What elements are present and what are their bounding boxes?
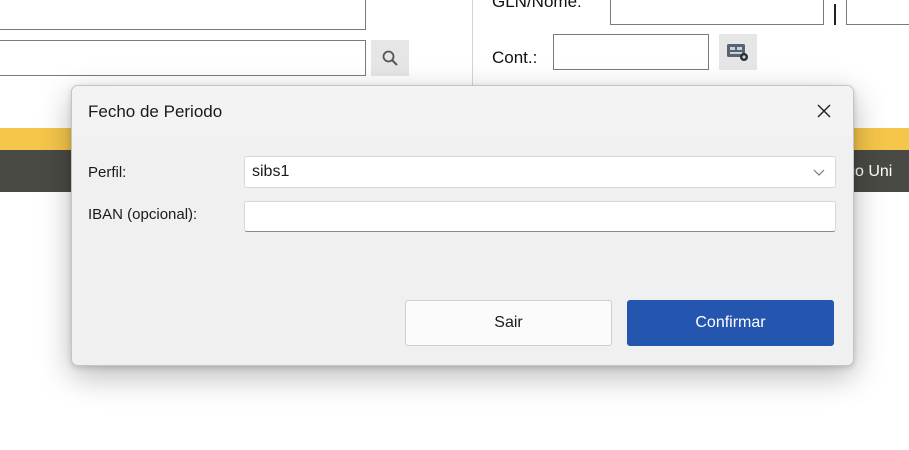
close-button[interactable] <box>809 96 839 126</box>
dialog-title-bar: Fecho de Periodo <box>72 86 853 136</box>
background-gln-label: GLN/Nome: <box>492 0 582 11</box>
background-lookup-button[interactable] <box>719 34 757 70</box>
background-search-button[interactable] <box>371 40 409 76</box>
close-icon <box>817 104 831 118</box>
perfil-select[interactable]: sibs1 <box>244 156 836 188</box>
fecho-de-periodo-dialog: Fecho de Periodo Perfil: sibs1 IBAN (opc… <box>71 85 854 366</box>
background-gln-field-secondary[interactable] <box>846 0 909 25</box>
chevron-down-icon <box>813 169 825 176</box>
perfil-selected-value: sibs1 <box>252 163 290 180</box>
card-lookup-icon <box>727 44 748 61</box>
background-gln-field[interactable] <box>610 0 824 25</box>
background-top-field[interactable] <box>0 0 366 30</box>
background-search-field[interactable] <box>0 40 366 76</box>
background-cont-field[interactable] <box>553 34 709 70</box>
dialog-title: Fecho de Periodo <box>88 102 223 121</box>
confirmar-button[interactable]: Confirmar <box>627 300 834 346</box>
background-divider <box>472 0 473 90</box>
screen: GLN/Nome: Cont.: ço Uni Fecho de Periodo <box>0 0 909 450</box>
iban-input[interactable] <box>244 201 836 232</box>
iban-label: IBAN (opcional): <box>88 206 198 223</box>
background-cont-label: Cont.: <box>492 48 538 67</box>
background-gln-separator <box>834 4 836 25</box>
sair-button[interactable]: Sair <box>405 300 612 346</box>
dialog-content: Perfil: sibs1 IBAN (opcional): Sair Conf… <box>72 136 853 365</box>
perfil-label: Perfil: <box>88 164 127 181</box>
magnifier-icon <box>382 50 398 66</box>
